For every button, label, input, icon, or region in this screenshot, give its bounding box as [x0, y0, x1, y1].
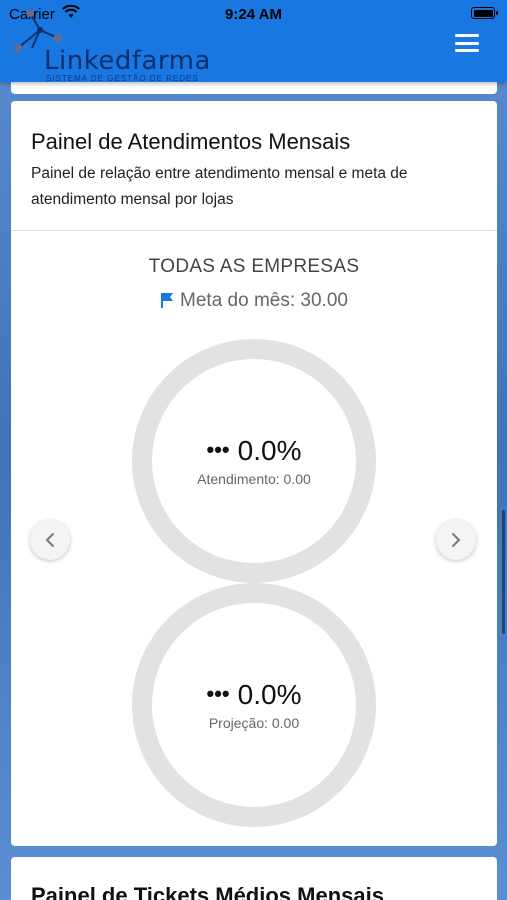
- monthly-goal-label: Meta do mês: 30.00: [180, 290, 348, 311]
- app-logo: Linkedfarma SISTEMA DE GESTÃO DE REDES: [10, 8, 211, 83]
- chevron-right-icon: [452, 533, 461, 547]
- attendance-gauge: ••• 0.0% Atendimento: 0.00: [132, 339, 376, 583]
- hamburger-menu-button[interactable]: [455, 34, 479, 52]
- app-header: Carrier 9:24 AM Linkedfarma SISTEMA DE G…: [0, 0, 507, 83]
- average-tickets-panel: Painel de Tickets Médios Mensais: [11, 857, 497, 900]
- hamburger-icon: [455, 34, 479, 37]
- scrollbar[interactable]: [502, 510, 505, 634]
- panel-description: Painel de relação entre atendimento mens…: [31, 165, 408, 208]
- monthly-goal: Meta do mês: 30.00: [11, 290, 497, 314]
- company-name: TODAS AS EMPRESAS: [148, 256, 360, 277]
- panel-title: Painel de Tickets Médios Mensais: [31, 883, 384, 900]
- previous-slide-button[interactable]: [30, 520, 70, 560]
- attendance-label: Atendimento: 0.00: [197, 471, 311, 487]
- panel-title: Painel de Atendimentos Mensais: [31, 129, 351, 154]
- monthly-service-panel: Painel de Atendimentos Mensais Painel de…: [11, 101, 497, 846]
- projection-label: Projeção: 0.00: [208, 715, 300, 731]
- brand-tagline: SISTEMA DE GESTÃO DE REDES: [46, 74, 199, 83]
- previous-card-fragment: [11, 82, 497, 94]
- attendance-percent: 0.0%: [237, 435, 302, 466]
- divider: [11, 230, 497, 231]
- loading-dots: •••: [206, 681, 230, 706]
- flag-icon: [160, 292, 174, 314]
- battery-icon: [471, 7, 498, 19]
- loading-dots: •••: [206, 437, 230, 462]
- projection-gauge: ••• 0.0% Projeção: 0.00: [132, 583, 376, 827]
- brand-name: Linkedfarma: [44, 46, 211, 76]
- chevron-left-icon: [45, 533, 54, 547]
- next-slide-button[interactable]: [436, 520, 476, 560]
- projection-percent: 0.0%: [237, 679, 302, 710]
